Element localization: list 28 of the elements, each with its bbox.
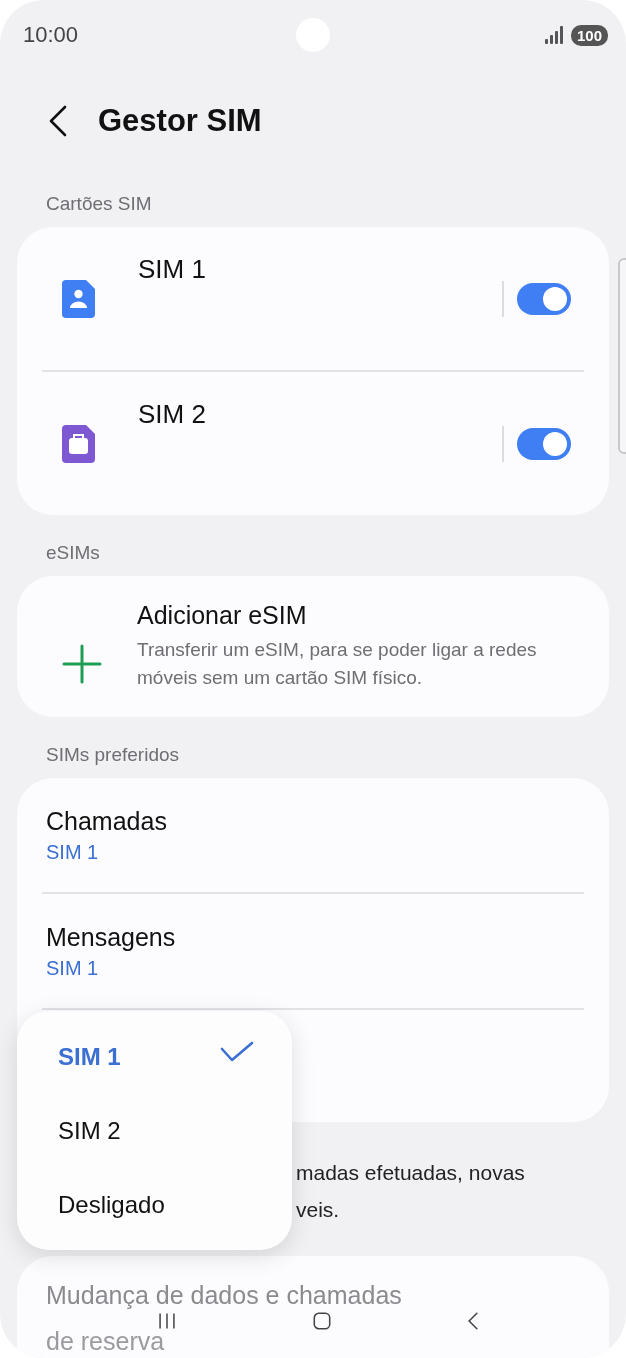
battery-level: 100	[570, 24, 608, 46]
menu-option[interactable]: SIM 2	[17, 1094, 292, 1168]
note-text: madas efetuadas, novas	[296, 1160, 525, 1186]
section-label: SIMs preferidos	[45, 743, 181, 767]
setting-value: SIM 1	[46, 840, 100, 865]
add-esim-item[interactable]: Adicionar eSIM Transferir um eSIM, para se poder ligar a redes móveis sem um cartão SIM físico.	[17, 576, 609, 717]
setting-title[interactable]: Mensagens	[46, 922, 176, 952]
setting-title[interactable]: Chamadas	[46, 806, 167, 836]
plus-icon	[62, 644, 102, 684]
section-label: eSIMs	[45, 541, 101, 565]
setting-value: SIM 1	[46, 956, 100, 981]
status-time: 10:00	[23, 22, 79, 48]
item-title: Adicionar eSIM	[137, 600, 308, 630]
check-icon	[220, 1041, 254, 1063]
back-icon[interactable]	[48, 105, 68, 137]
item-title: Mudança de dados e chamadas	[46, 1282, 402, 1308]
sim-name: SIM 2	[138, 399, 207, 429]
section-label: Cartões SIM	[45, 192, 153, 216]
page-title: Gestor SIM	[98, 103, 262, 139]
menu-option[interactable]: SIM 1	[17, 1020, 292, 1094]
item-description: Transferir um eSIM, para se poder ligar a redes móveis sem um cartão SIM físico.	[137, 638, 537, 690]
signal-icon	[544, 26, 565, 44]
item-title: de reserva	[46, 1328, 165, 1354]
sim-toggle[interactable]	[517, 427, 571, 460]
sim-name: SIM 1	[138, 254, 207, 284]
note-text: veis.	[296, 1197, 340, 1223]
sim-toggle[interactable]	[517, 282, 571, 315]
menu-option[interactable]: Desligado	[17, 1168, 292, 1242]
